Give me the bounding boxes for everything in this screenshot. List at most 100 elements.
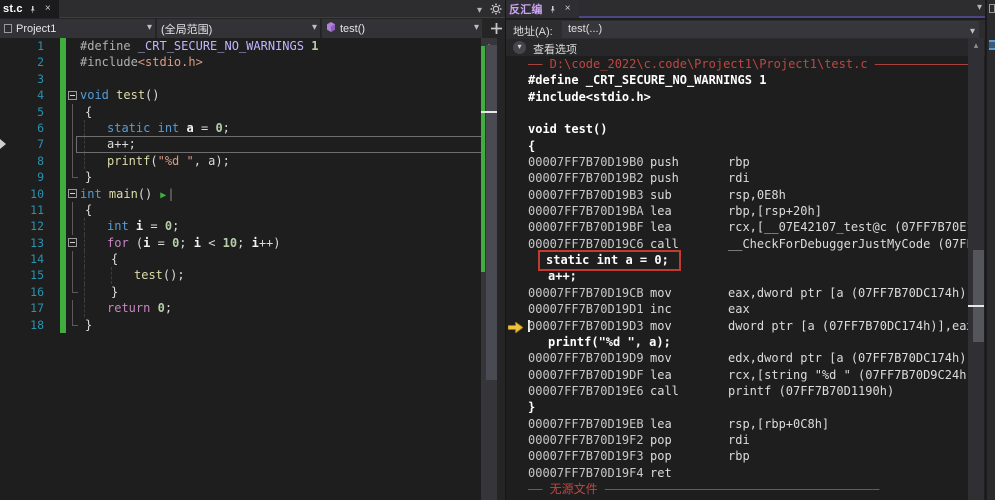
disassembly-view[interactable]: —— D:\code_2022\c.code\Project1\Project1… [506,56,968,500]
right-scrollbar-thumb[interactable] [973,250,984,342]
code-line-3[interactable]: 3 [0,70,497,88]
code-line-1[interactable]: 1 #define _CRT_SECURE_NO_WARNINGS 1 [0,38,497,55]
breakpoint-margin[interactable] [0,38,14,54]
code-text[interactable]: { [80,202,497,218]
breakpoint-margin[interactable] [0,87,14,103]
breakpoint-margin[interactable] [0,169,14,185]
tab-test-c[interactable]: st.c × [0,0,59,18]
code-text[interactable]: for (i = 0; i < 10; i++) [80,234,497,252]
disasm-line[interactable] [506,105,968,121]
code-text[interactable]: #define _CRT_SECURE_NO_WARNINGS 1 [80,38,497,54]
code-line-9[interactable]: 9} [0,169,497,186]
address-input[interactable]: test(...) ▾ [562,21,979,38]
disasm-line[interactable]: 00007FF7B70D19D9 mov edx,dword ptr [a (07F… [506,350,968,366]
disasm-line[interactable]: 00007FF7B70D19E6 call printf (07FF7B70D119… [506,383,968,399]
code-line-8[interactable]: 8 printf("%d ", a); [0,152,497,170]
breakpoint-margin[interactable] [0,300,14,316]
pin-icon[interactable] [28,4,38,14]
code-line-2[interactable]: 2 #include<stdio.h> [0,54,497,71]
code-text[interactable]: { [80,251,497,268]
code-line-11[interactable]: 11 { [0,201,497,219]
code-text[interactable]: } [80,317,497,333]
scope-dropdown[interactable]: (全局范围) ▾ [157,19,320,38]
breakpoint-margin[interactable] [0,267,14,283]
disasm-line[interactable]: 00007FF7B70D19F3 pop rbp [506,448,968,464]
code-text[interactable]: test(); [80,267,497,284]
fold-collapse-icon[interactable] [68,90,77,100]
breakpoint-margin[interactable] [0,218,14,234]
code-text[interactable]: printf("%d ", a); [80,152,497,170]
disasm-line[interactable]: { [506,138,968,154]
code-text[interactable]: static int a = 0; [80,119,497,137]
breakpoint-margin[interactable] [0,251,14,267]
code-line-17[interactable]: 17 return 0; [0,300,497,318]
right-scrollbar[interactable]: ▴ [968,38,984,500]
breakpoint-margin[interactable] [0,317,14,333]
code-line-10[interactable]: 10 int main() ▶| [0,185,497,202]
tab-disassembly[interactable]: 反汇编 × [506,0,579,18]
disasm-line[interactable]: 00007FF7B70D19CB mov eax,dword ptr [a (07F… [506,285,968,301]
symbol-dropdown[interactable]: test() ▾ [322,19,482,38]
code-line-5[interactable]: 5{ [0,103,497,121]
breakpoint-margin[interactable] [0,104,14,120]
active-files-dropdown-icon[interactable]: ▾ [977,2,982,14]
breakpoint-margin[interactable] [0,120,14,136]
close-icon[interactable]: × [563,4,573,14]
pin-icon[interactable] [548,4,558,14]
view-options-bar[interactable]: ▾ 查看选项 [506,39,985,56]
disasm-line[interactable]: #define _CRT_SECURE_NO_WARNINGS 1 [506,72,968,88]
code-line-7[interactable]: 7 a++; [0,136,497,154]
breakpoint-margin[interactable] [0,284,14,300]
chevron-circle-icon[interactable]: ▾ [513,41,526,54]
disasm-line[interactable]: printf("%d ", a); [506,334,968,350]
breakpoint-margin[interactable] [0,186,14,202]
pan-move-icon[interactable] [489,21,503,35]
code-line-13[interactable]: 13 for (i = 0; i < 10; i++) [0,234,497,252]
code-text[interactable]: void test() [80,87,497,103]
breakpoint-margin[interactable] [0,54,14,70]
fold-collapse-icon[interactable] [68,189,77,199]
left-scrollbar-thumb[interactable] [486,45,497,380]
code-line-15[interactable]: 15 test(); [0,267,497,285]
breakpoint-margin[interactable] [0,202,14,218]
disasm-line[interactable]: 00007FF7B70D19EB lea rsp,[rbp+0C8h] [506,416,968,432]
code-line-14[interactable]: 14 { [0,251,497,268]
docked-panel-strip[interactable] [985,0,995,500]
project-dropdown[interactable]: Project1 ▾ [0,19,155,38]
disasm-line[interactable]: 00007FF7B70D19B3 sub rsp,0E8h [506,187,968,203]
disasm-line[interactable]: 00007FF7B70D19D1 inc eax [506,301,968,317]
code-text[interactable]: { [80,104,497,120]
code-line-12[interactable]: 12 int i = 0; [0,218,497,236]
disasm-line[interactable]: 00007FF7B70D19D3 mov dword ptr [a (07FF7B7… [506,318,968,334]
code-text[interactable]: int i = 0; [80,218,497,235]
code-text[interactable]: } [80,169,497,185]
disasm-line[interactable]: static int a = 0; [506,250,968,272]
code-line-16[interactable]: 16} [0,283,497,301]
disasm-line[interactable]: void test() [506,121,968,137]
run-icon[interactable]: ▶ [160,190,166,201]
disasm-line[interactable]: 00007FF7B70D19B2 push rdi [506,170,968,186]
left-scrollbar[interactable]: ▴ [481,38,497,500]
code-text[interactable] [80,71,497,87]
disasm-line[interactable]: } [506,399,968,415]
code-text[interactable]: return 0; [80,300,497,317]
close-icon[interactable]: × [43,4,53,14]
disasm-line[interactable]: 00007FF7B70D19F4 ret [506,465,968,481]
fold-collapse-icon[interactable] [68,238,77,248]
code-line-18[interactable]: 18} [0,316,497,334]
breakpoint-margin[interactable] [0,71,14,87]
disasm-line[interactable]: —— 无源文件 ————————————————————————————————… [506,481,968,497]
breakpoint-margin[interactable] [0,235,14,251]
disasm-line[interactable]: 00007FF7B70D19F2 pop rdi [506,432,968,448]
breakpoint-margin[interactable] [0,153,14,169]
current-statement-arrow-icon[interactable] [0,136,14,152]
scroll-up-icon[interactable]: ▴ [968,39,984,51]
code-line-4[interactable]: 4 void test() [0,87,497,104]
disasm-line[interactable]: 00007FF7B70D19BA lea rbp,[rsp+20h] [506,203,968,219]
disasm-line[interactable]: 00007FF7B70D19DF lea rcx,[string "%d " (07… [506,367,968,383]
code-text[interactable]: #include<stdio.h> [80,54,497,70]
disasm-line[interactable]: #include<stdio.h> [506,89,968,105]
gear-icon[interactable] [490,2,502,20]
code-text[interactable]: } [80,283,497,301]
disasm-line[interactable]: 00007FF7B70D19B0 push rbp [506,154,968,170]
